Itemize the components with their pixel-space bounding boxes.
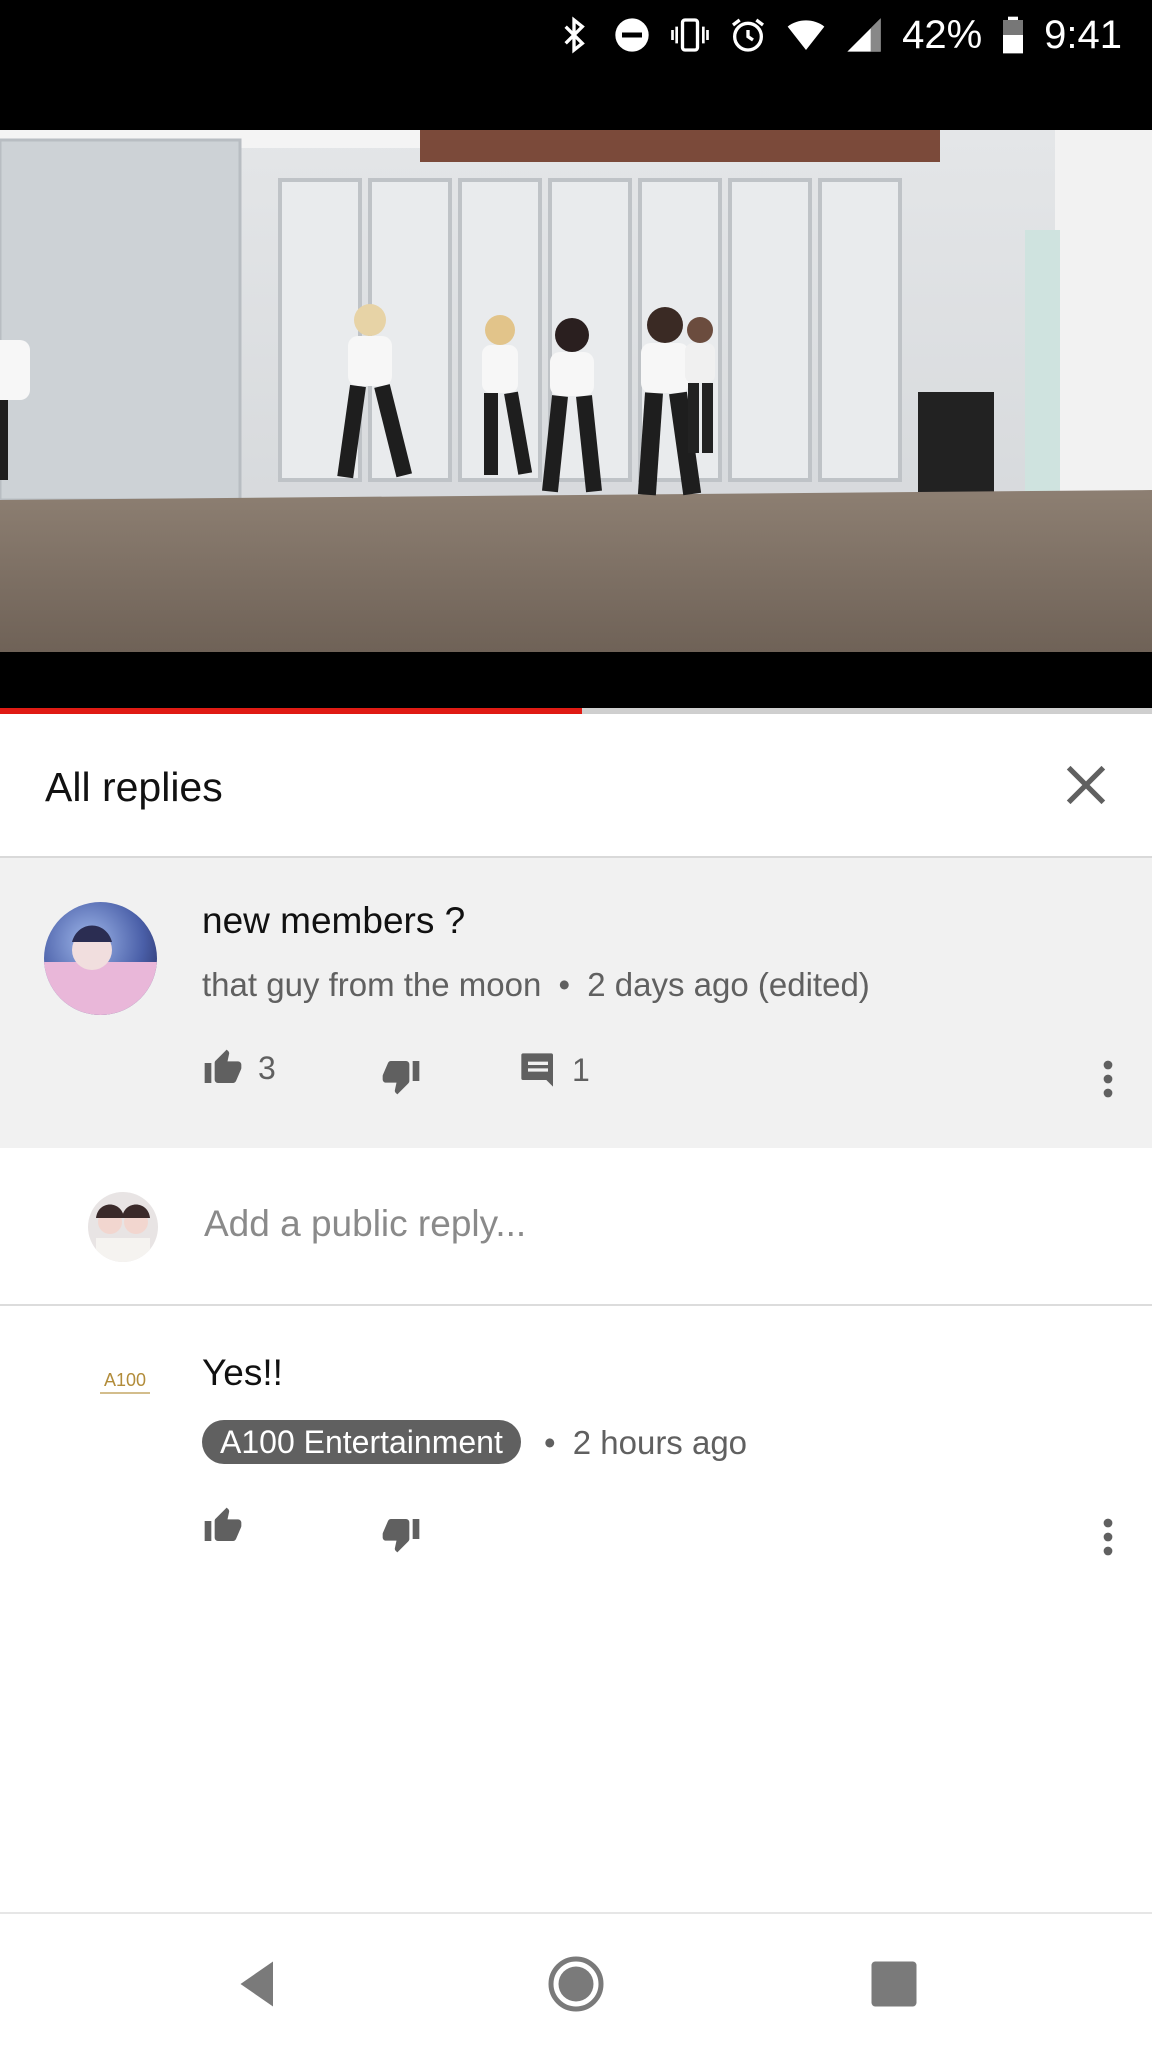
like-button[interactable]: 3 <box>202 1048 276 1088</box>
back-icon[interactable] <box>228 1954 288 2014</box>
avatar[interactable] <box>44 902 157 1015</box>
channel-logo-text: A100 <box>104 1370 146 1390</box>
comment-time: 2 days ago (edited) <box>587 966 870 1003</box>
dislike-button[interactable] <box>380 1514 422 1554</box>
comment-meta: • 2 hours ago <box>544 1424 747 1462</box>
alarm-icon <box>732 18 765 52</box>
channel-author-badge[interactable]: A100 Entertainment <box>202 1420 521 1464</box>
comment-text: Yes!! <box>202 1352 283 1393</box>
video-letterbox <box>0 652 1152 710</box>
avatar <box>88 1192 158 1262</box>
reply-count-button[interactable]: 1 <box>518 1050 590 1090</box>
like-button[interactable] <box>202 1506 244 1546</box>
original-comment: new members ? that guy from the moon • 2… <box>0 858 1152 1148</box>
comment-text: new members ? <box>202 900 466 941</box>
do-not-disturb-icon <box>615 18 649 52</box>
comment-author[interactable]: that guy from the moon <box>202 966 541 1003</box>
thumbs-up-icon <box>204 1507 242 1541</box>
meta-separator: • <box>558 966 571 1003</box>
comment-time: 2 hours ago <box>572 1424 748 1461</box>
battery-percent: 42% <box>902 12 983 57</box>
video-player[interactable] <box>0 130 1152 652</box>
like-count: 3 <box>258 1049 276 1086</box>
reply-count: 1 <box>572 1051 590 1088</box>
more-vert-icon[interactable] <box>1098 1058 1118 1100</box>
meta-separator: • <box>544 1424 556 1461</box>
home-icon[interactable] <box>546 1954 606 2014</box>
thumbs-down-icon <box>382 1061 420 1095</box>
user-avatar-image <box>44 902 157 1015</box>
reply-comment: A100 Yes!! A100 Entertainment • 2 hours … <box>0 1306 1152 1606</box>
video-frame <box>0 130 1152 652</box>
channel-logo[interactable]: A100 <box>90 1366 160 1402</box>
recents-icon[interactable] <box>864 1954 924 2014</box>
current-user-avatar-image <box>88 1192 158 1262</box>
comment-icon <box>521 1053 553 1087</box>
status-bar: 42% 9:41 <box>0 0 1152 130</box>
thumbs-up-icon <box>204 1049 242 1083</box>
more-vert-icon[interactable] <box>1098 1516 1118 1558</box>
wifi-icon <box>787 20 825 50</box>
replies-header: All replies <box>0 714 1152 858</box>
thumbs-down-icon <box>382 1519 420 1553</box>
clock: 9:41 <box>1044 12 1122 57</box>
dislike-button[interactable] <box>380 1056 422 1096</box>
system-nav-bar <box>0 1912 1152 2050</box>
page-title: All replies <box>45 764 223 810</box>
vibrate-icon <box>671 18 709 52</box>
reply-input[interactable] <box>202 1193 1106 1255</box>
comment-meta: that guy from the moon • 2 days ago (edi… <box>202 966 870 1004</box>
cell-signal-icon <box>847 18 881 52</box>
add-reply-row <box>0 1148 1152 1306</box>
battery-icon <box>1003 16 1024 54</box>
close-icon[interactable] <box>1060 759 1112 811</box>
bluetooth-icon <box>564 16 585 54</box>
